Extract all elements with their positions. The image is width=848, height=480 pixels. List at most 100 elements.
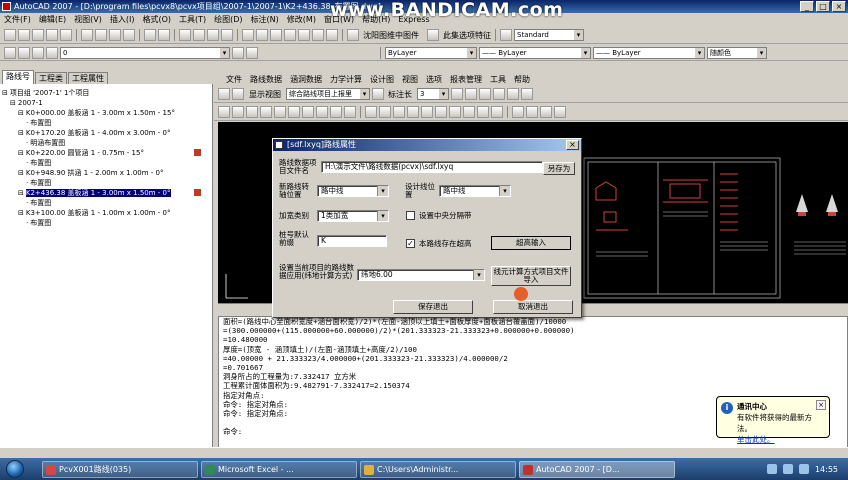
menu-item[interactable]: 文件(F) [4, 14, 31, 25]
plugin-menu-item[interactable]: 报表管理 [450, 74, 482, 85]
erase-icon[interactable] [365, 106, 377, 118]
plugin-menu-item[interactable]: 涵洞数据 [290, 74, 322, 85]
line-icon[interactable] [218, 106, 230, 118]
superelevation-input-button[interactable]: 超高输入 [491, 236, 571, 250]
dialog-close-button[interactable]: × [566, 140, 579, 150]
tree-expander[interactable]: ⊟ [2, 89, 8, 97]
block-icon[interactable] [330, 106, 342, 118]
table-icon[interactable] [512, 106, 524, 118]
taskbar-item[interactable]: Microsoft Excel - ... [201, 460, 357, 478]
tree-node[interactable]: · 明涵布置图 [2, 138, 212, 148]
balloon-link[interactable]: 单击此处。 [737, 434, 825, 445]
feature-tool-label[interactable]: 此集选项特征 [443, 30, 491, 41]
zoom-previous-icon[interactable] [221, 29, 233, 41]
insert-block-icon[interactable] [344, 106, 356, 118]
plugin-menu-item[interactable]: 力学计算 [330, 74, 362, 85]
taskbar-item[interactable]: C:\Users\Administr... [360, 460, 516, 478]
tree-node[interactable]: · 布置图 [2, 198, 212, 208]
layer-previous-icon[interactable] [246, 46, 258, 59]
cancel-exit-button[interactable]: 取消退出 [493, 300, 573, 314]
scale-icon[interactable] [407, 106, 419, 118]
color-combo[interactable]: ByLayer [385, 46, 477, 59]
custom-tool-icon[interactable] [347, 29, 359, 41]
text-icon[interactable] [316, 106, 328, 118]
plugin-open-icon[interactable] [218, 88, 230, 100]
zoom-window-icon[interactable] [207, 29, 219, 41]
dimension-icon[interactable] [372, 88, 384, 100]
make-layer-current-icon[interactable] [232, 46, 244, 59]
menu-item[interactable]: 标注(N) [251, 14, 279, 25]
properties-icon[interactable] [242, 29, 254, 41]
center-divider-checkbox[interactable] [406, 211, 415, 220]
zoom-realtime-icon[interactable] [193, 29, 205, 41]
linetype-combo[interactable]: —— ByLayer [479, 46, 591, 59]
circle-icon[interactable] [260, 106, 272, 118]
plot-style-combo[interactable]: 随颜色 [707, 46, 767, 59]
taskbar-item[interactable]: AutoCAD 2007 - [D... [519, 460, 675, 478]
zoom-in-icon[interactable] [465, 88, 477, 100]
tree-node[interactable]: ⊟ K0+948.90 拱涵 1 - 2.00m x 1.00m - 0° [2, 168, 212, 178]
tree-expander[interactable]: · [26, 179, 28, 187]
autocad-app-icon[interactable] [2, 2, 11, 11]
file-path-input[interactable]: H:\演示文件\路线数据(pcvx)\sdf.lxyq [321, 161, 543, 173]
menu-item[interactable]: 工具(T) [179, 14, 206, 25]
layer-visibility-icon[interactable] [18, 46, 30, 59]
menu-item[interactable]: 格式(O) [142, 14, 171, 25]
tree-node[interactable]: ⊟ K0+000.00 盖板涵 1 - 3.00m x 1.50m - 15° [2, 108, 212, 118]
tree-expander[interactable]: · [26, 119, 28, 127]
extend-icon[interactable] [463, 106, 475, 118]
menu-item[interactable]: 编辑(E) [39, 14, 66, 25]
tree-node[interactable]: ⊟ 项目组 '2007-1' 1个项目 [2, 88, 212, 98]
undo-icon[interactable] [144, 29, 156, 41]
polygon-icon[interactable] [288, 106, 300, 118]
menu-item[interactable]: 插入(I) [110, 14, 135, 25]
tree-node[interactable]: ⊟ K0+220.00 圆管涵 1 - 0.75m - 15° [2, 148, 212, 158]
move-icon[interactable] [379, 106, 391, 118]
save-exit-button[interactable]: 保存退出 [393, 300, 473, 314]
open-file-icon[interactable] [18, 29, 30, 41]
tree-node[interactable]: ⊟ 2007-1 [2, 98, 212, 108]
tool-palettes-icon[interactable] [270, 29, 282, 41]
design-pos-combo[interactable]: 路中线 [439, 185, 511, 197]
feature-tool-icon[interactable] [427, 29, 439, 41]
sheet-set-icon[interactable] [284, 29, 296, 41]
plugin-menu-item[interactable]: 路线数据 [250, 74, 282, 85]
save-as-button[interactable]: 另存为 [543, 162, 575, 175]
taskbar-item[interactable]: PcvX001路线(035) [42, 460, 198, 478]
tree-node[interactable]: · 布置图 [2, 118, 212, 128]
pan-view-icon[interactable] [493, 88, 505, 100]
new-pos-combo[interactable]: 路中线 [317, 185, 389, 197]
tree-node[interactable]: ⊟ K0+170.20 盖板涵 1 - 4.00m x 3.00m - 0° [2, 128, 212, 138]
tree-node[interactable]: · 布置图 [2, 218, 212, 228]
balloon-close-button[interactable]: × [816, 400, 826, 410]
start-button[interactable] [6, 460, 24, 478]
tree-expander[interactable]: · [26, 199, 28, 207]
custom-tool-label[interactable]: 沈阳图维中图件 [363, 30, 419, 41]
scale-input[interactable]: 3 [417, 88, 449, 100]
mileage-prefix-input[interactable]: K [317, 235, 387, 247]
paste-icon[interactable] [109, 29, 121, 41]
export-icon[interactable] [540, 106, 552, 118]
import-project-button[interactable]: 线元计算方式项目文件导入 [491, 266, 571, 286]
cut-icon[interactable] [81, 29, 93, 41]
plugin-menu-item[interactable]: 设计图 [370, 74, 394, 85]
panel-tab[interactable]: 路线号 [2, 70, 34, 84]
plugin-menu-item[interactable]: 选项 [426, 74, 442, 85]
tree-expander[interactable]: ⊟ [18, 129, 24, 137]
refresh-icon[interactable] [451, 88, 463, 100]
arc-icon[interactable] [246, 106, 258, 118]
design-center-icon[interactable] [256, 29, 268, 41]
tray-network-icon[interactable] [766, 464, 777, 474]
menu-item[interactable]: 视图(V) [74, 14, 102, 25]
report-icon[interactable] [526, 106, 538, 118]
layer-lock-icon[interactable] [46, 46, 58, 59]
layer-manager-icon[interactable] [4, 46, 16, 59]
plugin-config-icon[interactable] [232, 88, 244, 100]
rectangle-icon[interactable] [274, 106, 286, 118]
tray-volume-icon[interactable] [782, 464, 793, 474]
mirror-icon[interactable] [421, 106, 433, 118]
text-style-icon[interactable] [500, 29, 512, 41]
match-properties-icon[interactable] [123, 29, 135, 41]
view-combo[interactable]: 综合路线项目上报里 [286, 88, 370, 100]
tree-expander[interactable]: · [26, 219, 28, 227]
